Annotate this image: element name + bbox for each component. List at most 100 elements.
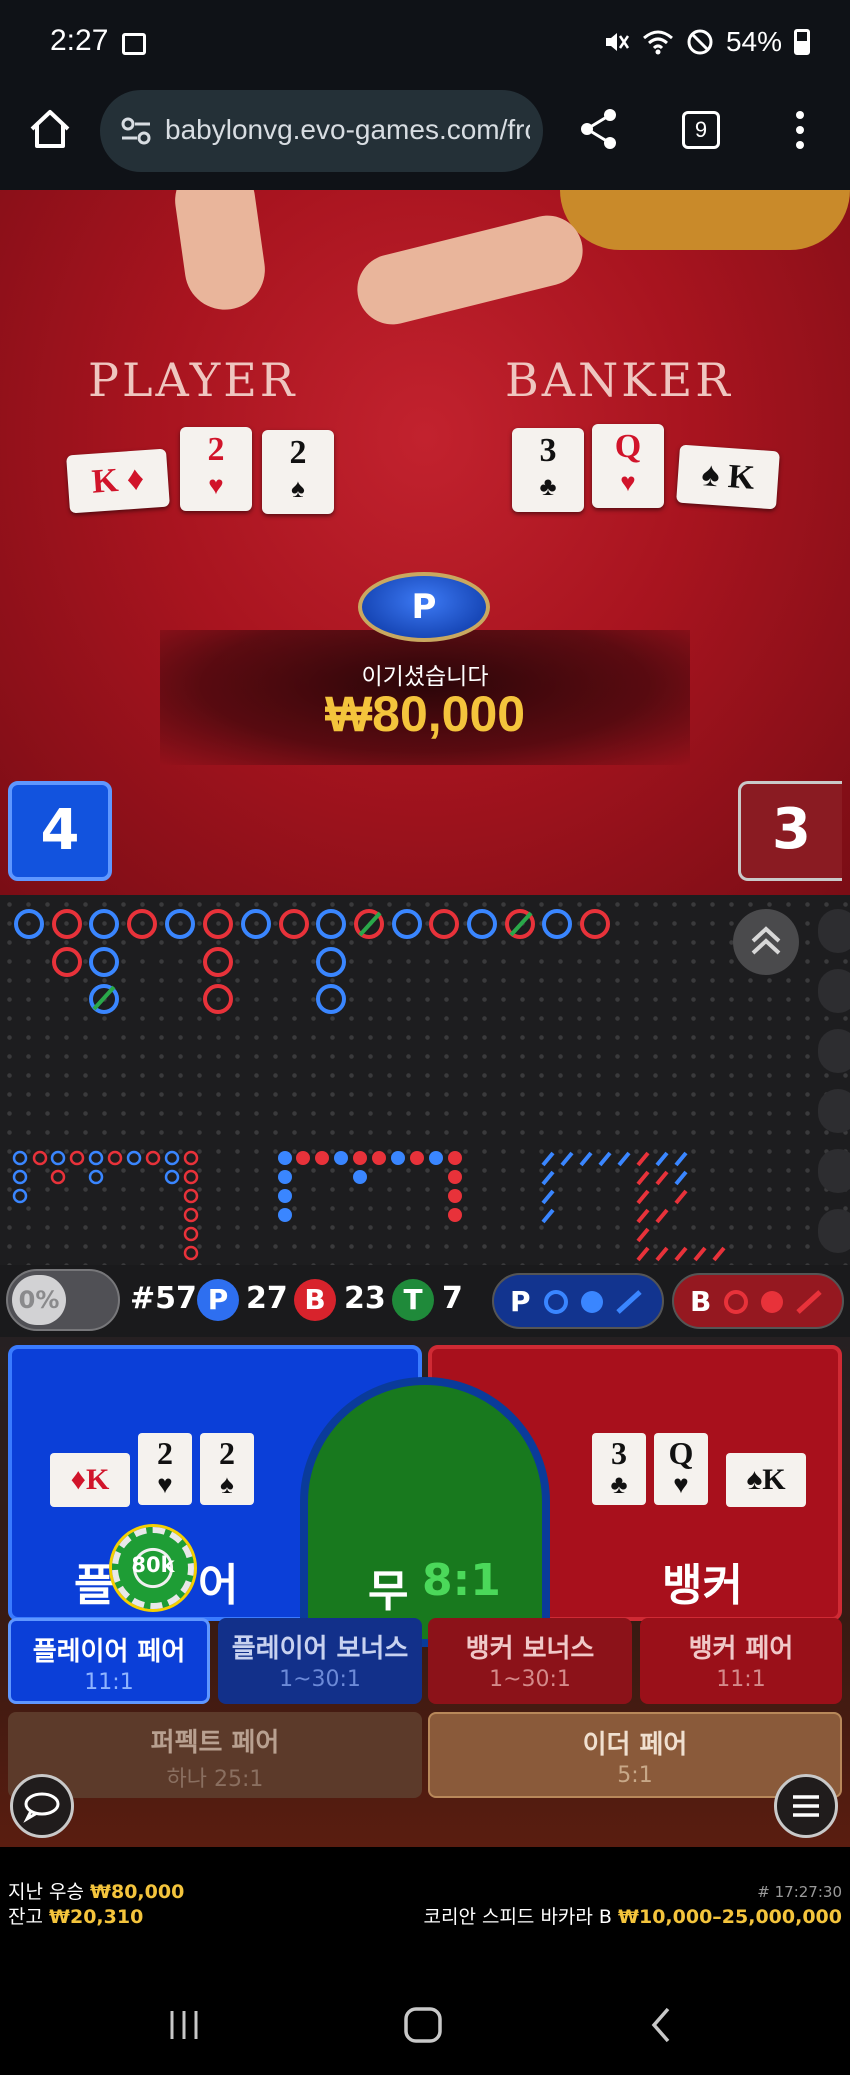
small-roads (12, 1150, 726, 1262)
side-bet-label: 뱅커 보너스 (465, 1634, 595, 1664)
banker-bet-label: 뱅커 (662, 1560, 743, 1611)
last-win-value: ₩80,000 (90, 1881, 185, 1903)
side-bet-odds: 11:1 (84, 1670, 134, 1695)
banker-felt-label: BANKER (505, 353, 733, 407)
prediction-icons (724, 1290, 822, 1314)
address-bar[interactable]: babylonvg.evo-games.com/fro (100, 90, 543, 172)
side-roadmap-pill[interactable] (818, 1089, 850, 1133)
side-bet-label: 플레이어 보너스 (231, 1634, 409, 1664)
bet-spot-player-bonus[interactable]: 플레이어 보너스 1~30:1 (218, 1618, 422, 1704)
more-options-icon[interactable] (795, 111, 805, 153)
side-bet-label: 뱅커 페어 (688, 1634, 794, 1664)
side-roadmap-pill[interactable] (818, 909, 850, 953)
url-text: babylonvg.evo-games.com/fro (165, 114, 530, 145)
banker-card-1: 3 ♣ (512, 428, 584, 512)
chevron-up-icon (751, 926, 781, 955)
status-bar: 2:27 54% (0, 0, 850, 85)
share-icon[interactable] (578, 107, 620, 151)
scoreboard-roadmap[interactable] (0, 895, 850, 1275)
balance-label: 잔고 (8, 1906, 43, 1928)
back-icon[interactable] (646, 2005, 676, 2045)
banker-bet-card-2: Q ♥ (654, 1433, 708, 1505)
bet-spot-banker-bonus[interactable]: 뱅커 보너스 1~30:1 (428, 1618, 632, 1704)
last-win-label: 지난 우승 (8, 1881, 84, 1903)
banker-bet-card-1: 3 ♣ (592, 1433, 646, 1505)
home-nav-icon[interactable] (402, 2005, 444, 2045)
player-bet-card-1: ♦K (50, 1453, 130, 1507)
win-amount: ₩80,000 (324, 686, 526, 742)
status-icons: 54% (602, 26, 810, 58)
predict-player-label: P (510, 1285, 531, 1318)
player-bet-card-2: 2 ♥ (138, 1433, 192, 1505)
wifi-icon (642, 30, 673, 55)
tab-switcher-button[interactable]: 9 (682, 111, 720, 149)
chat-button[interactable] (10, 1774, 74, 1838)
side-bet-label: 플레이어 페어 (32, 1637, 186, 1667)
player-felt-label: PLAYER (88, 353, 298, 407)
table-limits: ₩10,000–25,000,000 (618, 1906, 842, 1928)
browser-toolbar: babylonvg.evo-games.com/fro 9 (0, 85, 850, 190)
side-bet-odds: 1~30:1 (279, 1667, 361, 1692)
mute-icon (605, 33, 629, 51)
prediction-icons (544, 1290, 642, 1314)
side-bet-label: 퍼펙트 페어 (150, 1728, 280, 1758)
percent-toggle-knob: 0% (12, 1275, 66, 1325)
battery-icon (794, 29, 810, 55)
footer-table-info: # 17:27:30 코리안 스피드 바카라 B ₩10,000–25,000,… (423, 1880, 842, 1930)
bet-spot-tie[interactable]: 무 8:1 (300, 1377, 550, 1647)
bet-spot-banker-pair[interactable]: 뱅커 페어 11:1 (640, 1618, 842, 1704)
round-id: # 17:27:30 (757, 1883, 842, 1901)
tie-bet-label: 무 (368, 1566, 409, 1617)
player-card-3: 2 ♠ (262, 430, 334, 514)
side-bet-odds: 1~30:1 (489, 1667, 571, 1692)
placed-chip: 80k (112, 1527, 194, 1609)
table-name: 코리안 스피드 바카라 B (423, 1906, 612, 1928)
predict-player-button[interactable]: P (492, 1273, 664, 1329)
percent-toggle[interactable]: 0% (6, 1269, 120, 1331)
banker-score: 3 (738, 781, 842, 881)
dealer-hand-left (169, 190, 271, 315)
chip-value: 80k (131, 1553, 175, 1577)
collapse-roadmap-button[interactable] (733, 909, 799, 975)
player-bet-label-left: 플 (74, 1560, 115, 1611)
tie-count: 7 (442, 1281, 463, 1316)
round-number: #57 (130, 1281, 197, 1316)
side-roadmap-pill[interactable] (818, 1209, 850, 1253)
dealer-sleeve (560, 190, 850, 250)
player-bet-card-3: 2 ♠ (200, 1433, 254, 1505)
recent-apps-icon[interactable] (166, 2007, 202, 2043)
chat-icon (23, 1792, 60, 1823)
menu-button[interactable] (774, 1774, 838, 1838)
player-score: 4 (8, 781, 112, 881)
balance-value: ₩20,310 (49, 1906, 144, 1928)
player-card-2: 2 ♥ (180, 427, 252, 511)
bet-spot-player-pair[interactable]: 플레이어 페어 11:1 (8, 1618, 210, 1704)
dealer-hand-right (349, 208, 591, 332)
big-road (14, 909, 610, 1014)
player-bet-label-right: 어 (198, 1560, 239, 1611)
predict-banker-button[interactable]: B (672, 1273, 844, 1329)
tie-count-icon: T (392, 1279, 434, 1321)
balance-row: 잔고 ₩20,310 (8, 1905, 184, 1930)
player-count-icon: P (197, 1279, 239, 1321)
roadmap-grid (12, 909, 726, 1262)
stats-bar: 0% #57 P 27 B 23 T 7 P B (0, 1265, 850, 1337)
winner-badge: P (358, 572, 490, 642)
side-roadmap-pill[interactable] (818, 1149, 850, 1193)
banker-card-3: ♠ K (676, 444, 780, 510)
site-settings-icon[interactable] (120, 116, 152, 146)
home-icon[interactable] (28, 107, 72, 151)
table-info-row: 코리안 스피드 바카라 B ₩10,000–25,000,000 (423, 1905, 842, 1930)
side-bet-label: 이더 페어 (582, 1730, 688, 1760)
side-roadmap-pill[interactable] (818, 1029, 850, 1073)
image-notification-icon (122, 33, 146, 55)
side-roadmap-pill[interactable] (818, 969, 850, 1013)
tie-odds: 8:1 (422, 1555, 501, 1606)
banker-count-icon: B (294, 1279, 336, 1321)
hamburger-icon (793, 1795, 819, 1817)
banker-card-2: Q ♥ (592, 424, 664, 508)
system-nav-bar (0, 1975, 850, 2075)
player-card-1: K ♦ (66, 448, 170, 514)
predict-banker-label: B (690, 1285, 712, 1318)
player-count: 27 (246, 1281, 288, 1316)
